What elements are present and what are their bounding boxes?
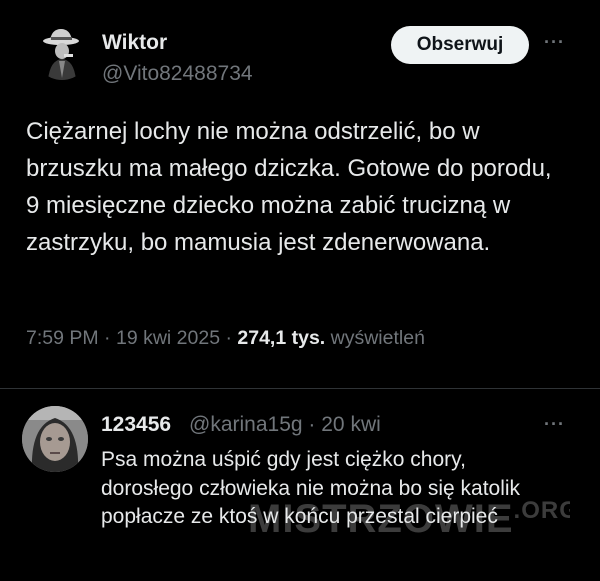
tweet-meta: 7:59 PM · 19 kwi 2025 · 274,1 tys. wyświ… xyxy=(26,327,425,350)
reply-author-handle[interactable]: @karina15g xyxy=(189,413,303,436)
reply-more-options-icon[interactable]: ··· xyxy=(544,414,565,435)
follow-button[interactable]: Obserwuj xyxy=(391,26,529,64)
meta-separator: · xyxy=(225,327,232,349)
tweet-date[interactable]: 19 kwi 2025 xyxy=(116,327,220,349)
author-handle[interactable]: @Vito82488734 xyxy=(102,62,253,86)
reply-meta: @karina15g · 20 kwi xyxy=(189,413,381,437)
views-count: 274,1 tys. xyxy=(237,327,326,349)
reply-avatar[interactable] xyxy=(22,406,88,472)
tweet-text: Ciężarnej lochy nie można odstrzelić, bo… xyxy=(26,118,552,256)
more-options-icon[interactable]: ··· xyxy=(544,32,565,53)
reply-date[interactable]: 20 kwi xyxy=(321,413,381,436)
divider xyxy=(0,388,600,389)
author-avatar[interactable] xyxy=(34,24,90,80)
reply-text: Psa można uśpić gdy jest ciężko chory, d… xyxy=(101,448,521,528)
meta-separator: · xyxy=(308,413,316,436)
views-label: wyświetleń xyxy=(330,327,425,349)
tweet-time[interactable]: 7:59 PM xyxy=(26,327,99,349)
author-name[interactable]: Wiktor xyxy=(102,31,167,55)
reply-author-name[interactable]: 123456 xyxy=(101,413,171,437)
meta-separator: · xyxy=(104,327,111,349)
